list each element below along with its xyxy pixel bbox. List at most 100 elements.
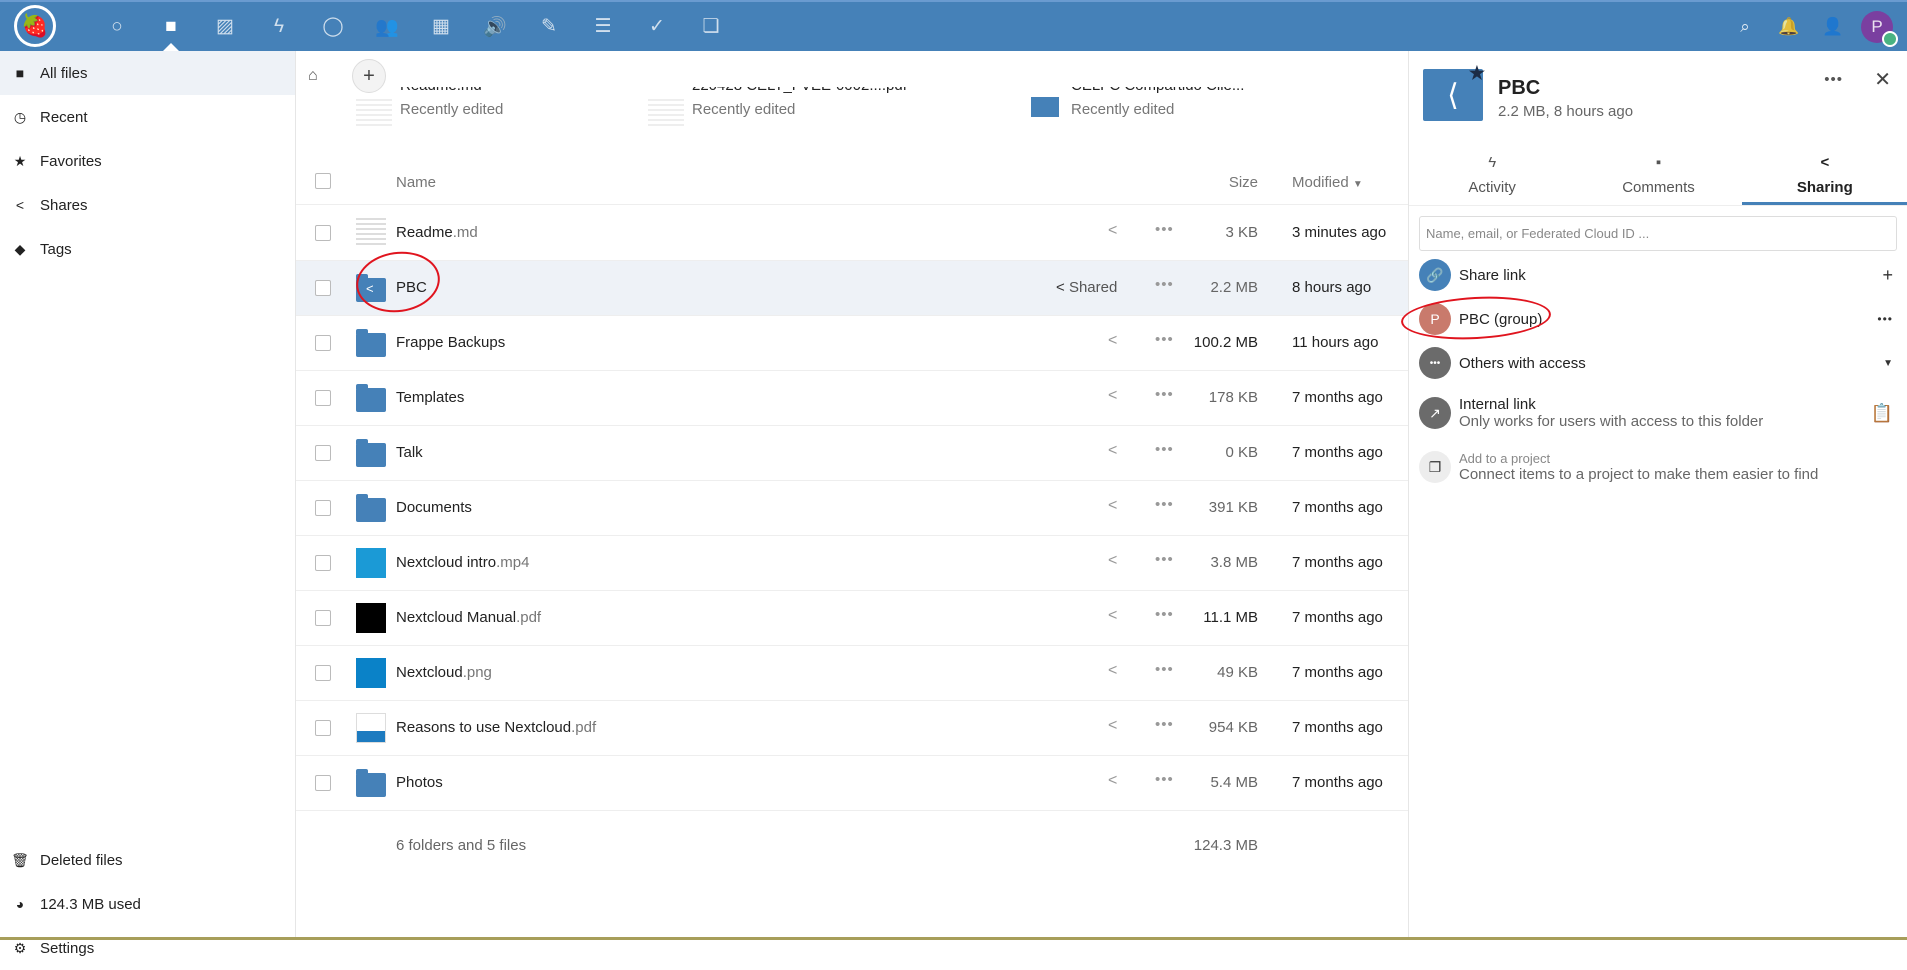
share-link-row[interactable]: 🔗 Share link + <box>1419 253 1899 297</box>
internal-link[interactable]: ↗ Internal link Only works for users with … <box>1419 387 1899 439</box>
more-actions-icon[interactable]: ••• <box>1155 221 1174 238</box>
row-checkbox[interactable] <box>315 445 331 461</box>
calendar-icon[interactable]: ▦ <box>414 2 468 51</box>
activity-icon[interactable]: ϟ <box>252 2 306 51</box>
row-checkbox[interactable] <box>315 500 331 516</box>
more-actions-icon[interactable]: ••• <box>1155 771 1174 788</box>
photos-icon[interactable]: ▨ <box>198 2 252 51</box>
recent-file[interactable]: Readme.mdRecently edited <box>356 87 503 129</box>
table-row[interactable]: < PBC < Shared ••• 2.2 MB 8 hours ago <box>296 261 1408 316</box>
more-actions-icon[interactable]: ••• <box>1155 716 1174 733</box>
shared-button[interactable]: < Shared <box>1056 279 1117 296</box>
files-icon[interactable]: ■ <box>144 2 198 51</box>
file-name[interactable]: Documents <box>396 499 472 516</box>
sidebar-item-favorites[interactable]: ★ Favorites <box>0 139 295 183</box>
table-row[interactable]: Nextcloud.png < ••• 49 KB 7 months ago <box>296 646 1408 701</box>
circle-icon[interactable]: ○ <box>90 2 144 51</box>
table-row[interactable]: Readme.md < ••• 3 KB 3 minutes ago <box>296 206 1408 261</box>
talk-icon[interactable]: ◯ <box>306 2 360 51</box>
share-icon[interactable]: < <box>1108 497 1117 515</box>
close-icon[interactable]: ✕ <box>1874 67 1891 92</box>
row-checkbox[interactable] <box>315 610 331 626</box>
notifications-icon[interactable]: 🔔 <box>1767 17 1811 37</box>
share-icon[interactable]: < <box>1108 772 1117 790</box>
notes-icon[interactable]: ✎ <box>522 2 576 51</box>
share-icon[interactable]: < <box>1108 222 1117 240</box>
file-name[interactable]: Nextcloud Manual.pdf <box>396 609 541 626</box>
file-name[interactable]: Readme.md <box>396 224 478 241</box>
share-icon[interactable]: < <box>1108 387 1117 405</box>
row-checkbox[interactable] <box>315 335 331 351</box>
column-name[interactable]: Name <box>396 174 436 191</box>
table-row[interactable]: Frappe Backups < ••• 100.2 MB 11 hours a… <box>296 316 1408 371</box>
file-name[interactable]: Frappe Backups <box>396 334 505 351</box>
file-name[interactable]: Reasons to use Nextcloud.pdf <box>396 719 596 736</box>
table-row[interactable]: Nextcloud intro.mp4 < ••• 3.8 MB 7 month… <box>296 536 1408 591</box>
contacts-menu-icon[interactable]: 👤 <box>1811 17 1855 37</box>
deck-icon[interactable]: ☰ <box>576 2 630 51</box>
more-actions-icon[interactable]: ••• <box>1155 496 1174 513</box>
sidebar-item-settings[interactable]: ⚙ Settings <box>0 926 295 970</box>
logo[interactable]: 🍓 <box>14 5 56 47</box>
more-actions-icon[interactable]: ••• <box>1155 661 1174 678</box>
row-checkbox[interactable] <box>315 225 331 241</box>
sidebar-item-all-files[interactable]: ■ All files <box>0 51 295 95</box>
share-icon[interactable]: < <box>1108 332 1117 350</box>
table-row[interactable]: Nextcloud Manual.pdf < ••• 11.1 MB 7 mon… <box>296 591 1408 646</box>
share-icon[interactable]: < <box>1108 607 1117 625</box>
share-icon[interactable]: < <box>1108 662 1117 680</box>
sidebar-item-deleted-files[interactable]: 🗑 Deleted files <box>0 838 295 882</box>
more-actions-icon[interactable]: ••• <box>1155 386 1174 403</box>
file-name[interactable]: Nextcloud intro.mp4 <box>396 554 529 571</box>
table-row[interactable]: Documents < ••• 391 KB 7 months ago <box>296 481 1408 536</box>
tasks-icon[interactable]: ✓ <box>630 2 684 51</box>
row-checkbox[interactable] <box>315 555 331 571</box>
tab-activity[interactable]: ϟ Activity <box>1409 148 1575 205</box>
caret-down-icon[interactable]: ▼ <box>1883 358 1893 369</box>
more-actions-icon[interactable]: ••• <box>1155 441 1174 458</box>
table-row[interactable]: Talk < ••• 0 KB 7 months ago <box>296 426 1408 481</box>
sidebar-item-shares[interactable]: < Shares <box>0 183 295 227</box>
file-name[interactable]: Talk <box>396 444 423 461</box>
search-icon[interactable]: ⌕ <box>1723 17 1767 37</box>
share-search-input[interactable] <box>1419 216 1897 251</box>
row-checkbox[interactable] <box>315 390 331 406</box>
avatar[interactable]: P <box>1861 10 1898 47</box>
recent-file[interactable]: 220428 CELT_FVEE-0002....pdfRecently edi… <box>648 87 907 129</box>
more-actions-icon[interactable]: ••• <box>1155 606 1174 623</box>
tab-sharing[interactable]: < Sharing <box>1741 148 1907 205</box>
row-checkbox[interactable] <box>315 665 331 681</box>
row-checkbox[interactable] <box>315 775 331 791</box>
table-row[interactable]: Reasons to use Nextcloud.pdf < ••• 954 K… <box>296 701 1408 756</box>
share-icon[interactable]: < <box>1108 552 1117 570</box>
column-size[interactable]: Size <box>1229 174 1258 191</box>
clipboard-icon[interactable]: 📋 <box>1871 403 1893 424</box>
share-icon[interactable]: < <box>1108 442 1117 460</box>
share-icon[interactable]: < <box>1108 717 1117 735</box>
share-options-button[interactable]: ••• <box>1877 312 1893 326</box>
more-actions-icon[interactable]: ••• <box>1155 276 1174 293</box>
column-modified[interactable]: Modified ▼ <box>1292 174 1363 191</box>
file-name[interactable]: Nextcloud.png <box>396 664 492 681</box>
table-row[interactable]: Templates < ••• 178 KB 7 months ago <box>296 371 1408 426</box>
file-name[interactable]: Templates <box>396 389 464 406</box>
more-icon[interactable]: ••• <box>1824 71 1843 88</box>
home-icon[interactable]: ⌂ <box>308 67 334 85</box>
sidebar-item-tags[interactable]: ◆ Tags <box>0 227 295 271</box>
more-actions-icon[interactable]: ••• <box>1155 331 1174 348</box>
audio-icon[interactable]: 🔊 <box>468 2 522 51</box>
sidebar-item-recent[interactable]: ◷ Recent <box>0 95 295 139</box>
documents-icon[interactable]: ❏ <box>684 2 738 51</box>
more-actions-icon[interactable]: ••• <box>1155 551 1174 568</box>
row-checkbox[interactable] <box>315 720 331 736</box>
recent-file[interactable]: CELFC Compartido Clie...Recently edited <box>1031 87 1244 118</box>
row-checkbox[interactable] <box>315 280 331 296</box>
add-share-link-button[interactable]: + <box>1882 265 1893 286</box>
quota[interactable]: ◕ 124.3 MB used <box>0 882 295 926</box>
contacts-icon[interactable]: 👥 <box>360 2 414 51</box>
add-to-project[interactable]: ❐ Add to a project Connect items to a proj… <box>1419 441 1899 493</box>
file-name[interactable]: Photos <box>396 774 443 791</box>
table-row[interactable]: Photos < ••• 5.4 MB 7 months ago <box>296 756 1408 811</box>
others-with-access[interactable]: ••• Others with access ▼ <box>1419 341 1899 385</box>
select-all-checkbox[interactable] <box>315 173 331 189</box>
